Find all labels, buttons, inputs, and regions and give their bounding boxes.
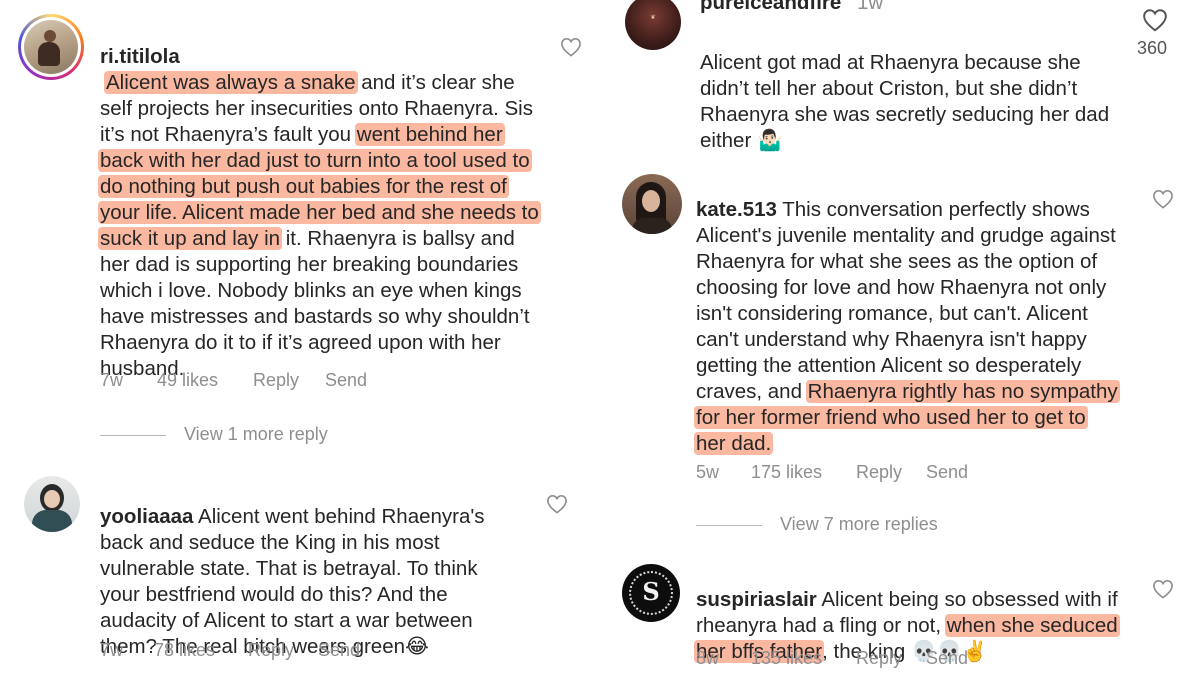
comment-time: 1w [856, 0, 884, 14]
comment-text: ri.titilola Alicent was always a snake a… [98, 18, 541, 382]
reply-button[interactable]: Reply [253, 370, 299, 391]
comment-suspiriaslair: S suspiriaslair Alicent being so obsesse… [605, 555, 1200, 675]
view-more-label[interactable]: View 1 more reply [184, 424, 328, 444]
avatar[interactable]: S [622, 564, 680, 622]
reply-button[interactable]: Reply [248, 640, 294, 661]
comment-pureiceandfire: ❦ pureiceandfire 1w Alicent got mad at R… [605, 0, 1200, 152]
send-button[interactable]: Send [926, 648, 968, 669]
comment-header: pureiceandfire 1w [700, 0, 883, 16]
likes-count[interactable]: 175 likes [751, 462, 822, 483]
reply-button[interactable]: Reply [856, 648, 902, 669]
comment-meta: 7w 49 likes Reply Send [100, 370, 400, 392]
highlight-segment: Alicent was always a snake [104, 71, 358, 94]
reply-button[interactable]: Reply [856, 462, 902, 483]
divider [696, 524, 762, 526]
comment-username[interactable]: suspiriaslair [696, 588, 817, 611]
comment-text: Alicent got mad at Rhaenyra because she … [700, 24, 1120, 154]
comment-username[interactable]: ri.titilola [100, 45, 180, 68]
view-more-replies[interactable]: View 1 more reply [100, 424, 328, 445]
avatar[interactable] [18, 14, 84, 80]
heart-icon[interactable] [1152, 579, 1174, 599]
divider [100, 434, 166, 436]
comment-username[interactable]: yooliaaaa [100, 505, 193, 528]
comment-yooliaaaa: yooliaaaa Alicent went behind Rhaenyra's… [0, 470, 590, 675]
heart-icon[interactable] [1142, 8, 1168, 32]
comment-username[interactable]: pureiceandfire [700, 0, 841, 14]
likes-count[interactable]: 78 likes [154, 640, 215, 661]
comment-meta: 5w 175 likes Reply Send [696, 462, 1016, 484]
left-comments-panel: ri.titilola Alicent was always a snake a… [0, 0, 590, 675]
send-button[interactable]: Send [325, 370, 367, 391]
view-more-label[interactable]: View 7 more replies [780, 514, 938, 534]
avatar[interactable]: ❦ [625, 0, 681, 50]
comment-time: 8w [696, 648, 720, 668]
comment-time: 7w [100, 640, 124, 660]
text-segment: This conversation perfectly shows Alicen… [696, 198, 1116, 403]
comment-text: kate.513 This conversation perfectly sho… [694, 171, 1121, 457]
avatar[interactable] [622, 174, 682, 234]
comment-text: yooliaaaa Alicent went behind Rhaenyra's… [100, 478, 520, 660]
send-button[interactable]: Send [926, 462, 968, 483]
heart-icon[interactable] [546, 494, 568, 514]
comment-time: 5w [696, 462, 720, 482]
comment-ri-titilola: ri.titilola Alicent was always a snake a… [0, 0, 590, 460]
comment-meta: 7w 78 likes Reply Send [100, 640, 400, 662]
comment-username[interactable]: kate.513 [696, 198, 777, 221]
comment-time: 7w [100, 370, 124, 390]
text-segment: Alicent got mad at Rhaenyra because she … [700, 51, 1110, 152]
heart-icon[interactable] [1152, 189, 1174, 209]
right-comments-panel: ❦ pureiceandfire 1w Alicent got mad at R… [605, 0, 1200, 675]
heart-icon[interactable] [560, 37, 582, 57]
send-button[interactable]: Send [318, 640, 360, 661]
likes-count[interactable]: 135 likes [751, 648, 822, 669]
comment-kate-513: kate.513 This conversation perfectly sho… [605, 165, 1200, 545]
comment-body: Alicent was always a snake and it’s clea… [98, 71, 541, 380]
likes-count[interactable]: 49 likes [157, 370, 218, 391]
view-more-replies[interactable]: View 7 more replies [696, 514, 938, 535]
avatar[interactable] [24, 476, 80, 532]
comment-meta: 8w 135 likes Reply Send [696, 648, 1016, 670]
like-count: 360 [1137, 38, 1168, 58]
